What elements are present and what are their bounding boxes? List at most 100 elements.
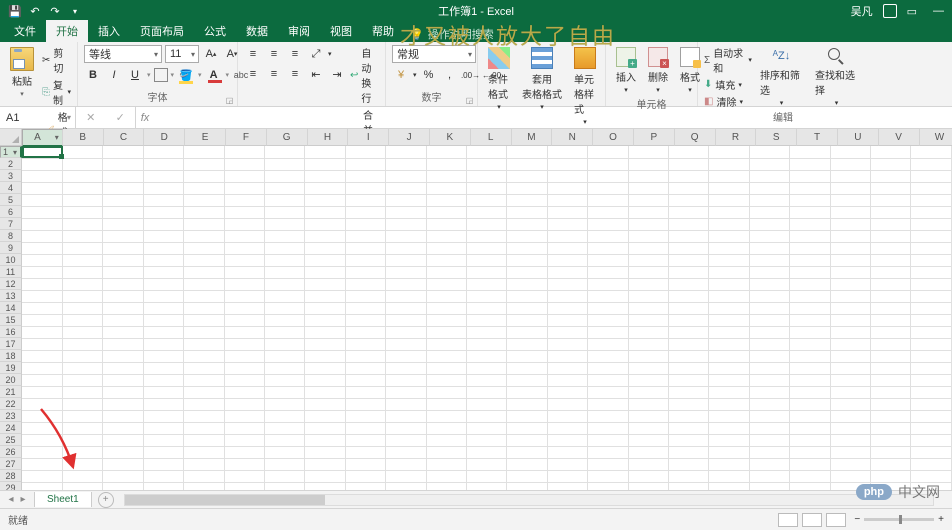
cell[interactable] — [507, 302, 547, 314]
cell[interactable] — [628, 314, 668, 326]
cell[interactable] — [264, 158, 304, 170]
cell[interactable] — [466, 434, 506, 446]
cell[interactable] — [224, 434, 264, 446]
cell[interactable] — [790, 230, 830, 242]
cell[interactable] — [830, 242, 870, 254]
cell[interactable] — [305, 374, 345, 386]
cell[interactable] — [628, 410, 668, 422]
select-all-triangle[interactable] — [0, 129, 22, 146]
cell[interactable] — [830, 218, 870, 230]
cell[interactable] — [426, 314, 466, 326]
cell[interactable] — [830, 290, 870, 302]
cell[interactable] — [871, 194, 911, 206]
cell[interactable] — [345, 458, 385, 470]
cell[interactable] — [790, 206, 830, 218]
cell[interactable] — [466, 170, 506, 182]
cell[interactable] — [22, 398, 62, 410]
cell[interactable] — [830, 458, 870, 470]
cell[interactable] — [709, 290, 749, 302]
cell[interactable] — [466, 302, 506, 314]
sheet-nav[interactable]: ◂▸ — [0, 494, 34, 505]
cell[interactable] — [426, 170, 466, 182]
cell[interactable] — [709, 338, 749, 350]
cell[interactable] — [386, 326, 426, 338]
cell[interactable] — [911, 362, 952, 374]
row-header[interactable]: 1 — [0, 146, 22, 158]
cell[interactable] — [911, 470, 952, 482]
cell[interactable] — [628, 194, 668, 206]
cell[interactable] — [345, 242, 385, 254]
cell[interactable] — [790, 470, 830, 482]
cell[interactable] — [184, 386, 224, 398]
cell[interactable] — [426, 362, 466, 374]
cell[interactable] — [588, 482, 628, 490]
cell[interactable] — [426, 278, 466, 290]
cell[interactable] — [749, 374, 789, 386]
cell[interactable] — [103, 458, 143, 470]
orientation-icon[interactable]: ⤢ — [307, 45, 325, 63]
cell[interactable] — [426, 338, 466, 350]
row-header[interactable]: 27 — [0, 458, 22, 470]
cell[interactable] — [669, 422, 709, 434]
cell[interactable] — [103, 266, 143, 278]
cell[interactable] — [507, 314, 547, 326]
cell[interactable] — [588, 170, 628, 182]
row-header[interactable]: 24 — [0, 422, 22, 434]
column-header[interactable]: C — [104, 129, 145, 146]
cell[interactable] — [749, 386, 789, 398]
cell[interactable] — [184, 170, 224, 182]
cell[interactable] — [830, 326, 870, 338]
cell[interactable] — [749, 170, 789, 182]
cell[interactable] — [345, 446, 385, 458]
cell[interactable] — [22, 242, 62, 254]
cell[interactable] — [345, 398, 385, 410]
cell[interactable] — [871, 206, 911, 218]
cell[interactable] — [264, 290, 304, 302]
cell[interactable] — [628, 206, 668, 218]
cell[interactable] — [709, 374, 749, 386]
cell[interactable] — [426, 290, 466, 302]
indent-increase-icon[interactable]: ⇥ — [328, 65, 346, 83]
row-header[interactable]: 3 — [0, 170, 22, 182]
cell[interactable] — [628, 326, 668, 338]
cell[interactable] — [466, 182, 506, 194]
cell[interactable] — [588, 290, 628, 302]
cell[interactable] — [547, 230, 587, 242]
cell[interactable] — [507, 326, 547, 338]
cell[interactable] — [628, 446, 668, 458]
cell[interactable] — [305, 482, 345, 490]
cell[interactable] — [143, 338, 183, 350]
cell[interactable] — [305, 254, 345, 266]
cell[interactable] — [588, 242, 628, 254]
tab-view[interactable]: 视图 — [320, 20, 362, 42]
cell[interactable] — [426, 218, 466, 230]
align-top-icon[interactable]: ≡ — [244, 45, 262, 63]
cell[interactable] — [628, 278, 668, 290]
cell[interactable] — [507, 218, 547, 230]
cell[interactable] — [143, 326, 183, 338]
cell[interactable] — [911, 314, 952, 326]
cell[interactable] — [224, 158, 264, 170]
cell[interactable] — [749, 434, 789, 446]
row-header[interactable]: 21 — [0, 386, 22, 398]
cell[interactable] — [669, 194, 709, 206]
cell[interactable] — [466, 350, 506, 362]
cell[interactable] — [62, 266, 102, 278]
cell[interactable] — [669, 410, 709, 422]
cell[interactable] — [507, 446, 547, 458]
cell[interactable] — [184, 434, 224, 446]
column-header[interactable]: J — [389, 129, 430, 146]
cell[interactable] — [507, 278, 547, 290]
cell[interactable] — [830, 254, 870, 266]
cell[interactable] — [62, 422, 102, 434]
column-headers[interactable]: ABCDEFGHIJKLMNOPQRSTUVW — [22, 129, 952, 146]
column-header[interactable]: U — [838, 129, 879, 146]
tell-me-search[interactable]: 💡 操作说明搜索 — [404, 26, 494, 42]
cell[interactable] — [224, 170, 264, 182]
cell[interactable] — [507, 182, 547, 194]
cell[interactable] — [547, 302, 587, 314]
spreadsheet-grid[interactable]: ABCDEFGHIJKLMNOPQRSTUVW 1234567891011121… — [0, 129, 952, 490]
cell[interactable] — [669, 314, 709, 326]
cell[interactable] — [426, 230, 466, 242]
italic-button[interactable]: I — [105, 66, 123, 84]
